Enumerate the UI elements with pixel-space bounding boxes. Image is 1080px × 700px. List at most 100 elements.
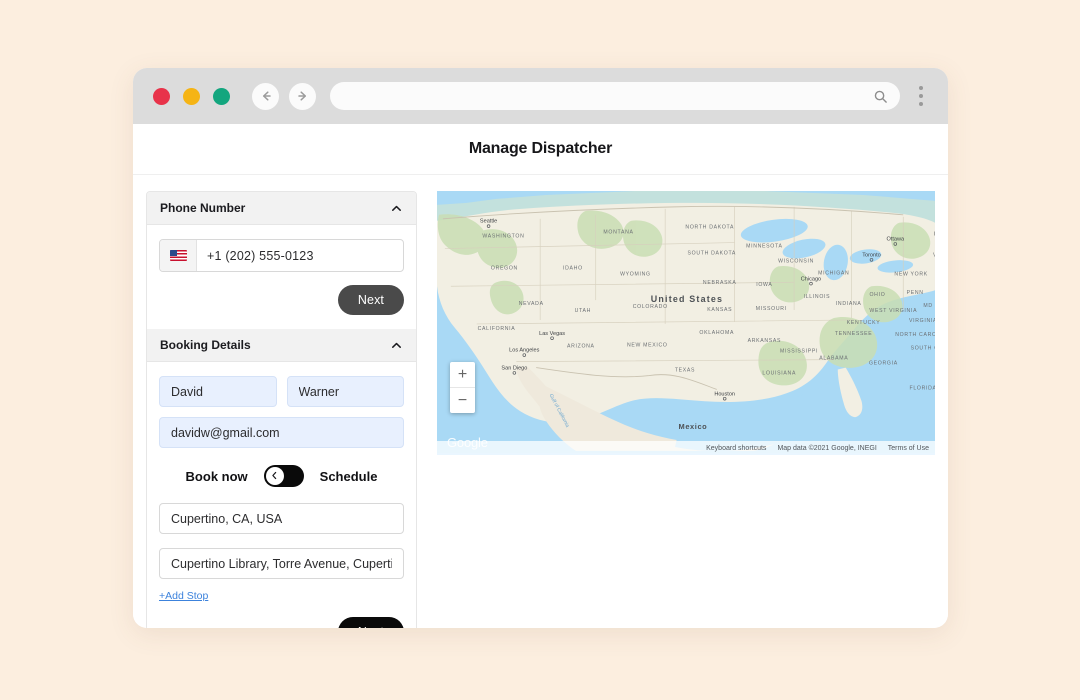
phone-section-header[interactable]: Phone Number <box>147 192 416 225</box>
search-icon[interactable] <box>873 89 888 104</box>
schedule-label[interactable]: Schedule <box>320 469 378 484</box>
map-attribution-bar: Keyboard shortcuts Map data ©2021 Google… <box>437 441 935 455</box>
address-input[interactable] <box>346 89 873 103</box>
map-zoom-controls: + − <box>450 362 475 413</box>
keyboard-shortcuts-link[interactable]: Keyboard shortcuts <box>706 445 766 452</box>
map-city-label: Toronto <box>862 252 881 258</box>
map-state-label: MINNESOTA <box>746 244 782 250</box>
phone-input[interactable] <box>197 240 403 271</box>
map-state-label: ARIZONA <box>567 344 595 350</box>
phone-section-title: Phone Number <box>160 201 246 215</box>
map-state-label: NEBRASKA <box>703 280 737 286</box>
booking-section-body: Book now Schedule +Add Stop Next <box>147 362 416 628</box>
chevron-left-icon <box>270 467 279 485</box>
terms-of-use-link[interactable]: Terms of Use <box>888 445 929 452</box>
book-now-label[interactable]: Book now <box>186 469 248 484</box>
map-state-label: KENTUCKY <box>847 320 881 326</box>
map-state-label: WISCONSIN <box>778 258 814 264</box>
close-window-button[interactable] <box>153 87 170 105</box>
arrow-left-icon <box>259 89 273 103</box>
window-controls <box>153 87 230 105</box>
map-state-label: MD <box>923 303 932 309</box>
phone-next-button[interactable]: Next <box>337 285 404 315</box>
map-state-label: NORTH CAROLINA <box>895 332 935 338</box>
map-state-label: ARKANSAS <box>748 338 782 344</box>
map-state-label: INDIANA <box>836 301 862 307</box>
browser-toolbar <box>133 68 948 124</box>
chevron-up-icon[interactable] <box>390 202 403 215</box>
map-state-label: VT <box>933 252 935 258</box>
map-state-label: MISSISSIPPI <box>780 349 818 355</box>
booking-section-header[interactable]: Booking Details <box>147 329 416 362</box>
phone-action-row: Next <box>159 285 404 315</box>
svg-text:United States: United States <box>651 294 723 304</box>
map-state-label: WEST VIRGINIA <box>869 308 917 314</box>
map-city-label: Montreal <box>934 232 935 238</box>
map-data-attribution: Map data ©2021 Google, INEGI <box>777 444 877 452</box>
map-state-label: UTAH <box>575 308 591 314</box>
page-content: Phone Number Next <box>133 175 948 628</box>
map-state-label: TENNESSEE <box>835 331 872 337</box>
navigation-buttons <box>252 82 316 110</box>
map-state-label: MONTANA <box>603 230 633 236</box>
map-state-label: TEXAS <box>675 368 695 374</box>
map-state-label: WYOMING <box>620 271 651 277</box>
us-flag-icon <box>169 250 187 261</box>
map-city-label: San Diego <box>501 366 527 372</box>
last-name-input[interactable] <box>286 376 404 407</box>
zoom-out-button[interactable]: − <box>450 388 475 413</box>
map-state-label: IDAHO <box>563 265 583 271</box>
map-state-label: SOUTH DAKOTA <box>688 250 737 256</box>
map-state-label: OREGON <box>491 265 518 271</box>
map-view[interactable]: WASHINGTON MONTANA NORTH DAKOTA MINNESOTA OR… <box>437 191 935 455</box>
map-state-label: ILLINOIS <box>804 294 831 300</box>
map-city-label: Las Vegas <box>539 331 565 337</box>
address-bar[interactable] <box>330 82 900 110</box>
kebab-menu-icon[interactable] <box>908 86 934 106</box>
booking-mode-toggle-row: Book now Schedule <box>159 465 404 487</box>
map-state-label: NEW YORK <box>894 271 927 277</box>
phone-section-body: Next <box>147 225 416 329</box>
map-state-label: FLORIDA <box>910 385 935 391</box>
chevron-up-icon[interactable] <box>390 339 403 352</box>
map-state-label: MICHIGAN <box>818 270 849 276</box>
map-state-label: WASHINGTON <box>482 234 524 240</box>
maximize-window-button[interactable] <box>213 87 230 105</box>
booking-mode-toggle[interactable] <box>263 465 304 487</box>
minimize-window-button[interactable] <box>183 87 200 105</box>
map-state-label: OKLAHOMA <box>699 330 734 336</box>
map-state-label: KANSAS <box>707 307 732 313</box>
back-button[interactable] <box>252 82 279 110</box>
forward-button[interactable] <box>289 82 316 110</box>
map-state-label: PENN <box>907 290 924 296</box>
map-city-label: Seattle <box>480 219 497 225</box>
map-state-label: COLORADO <box>633 304 668 310</box>
form-panel: Phone Number Next <box>146 191 417 628</box>
arrow-right-icon <box>296 89 310 103</box>
map-state-label: NEW MEXICO <box>627 343 668 349</box>
map-city-label: Houston <box>714 391 735 397</box>
toggle-knob <box>265 467 284 485</box>
map-state-label: ALABAMA <box>819 356 848 362</box>
phone-input-group[interactable] <box>159 239 404 272</box>
zoom-in-button[interactable]: + <box>450 362 475 388</box>
booking-section-title: Booking Details <box>160 338 251 352</box>
browser-window: Manage Dispatcher Phone Number +1 (202) … <box>133 68 948 628</box>
booking-next-button[interactable]: Next <box>337 617 404 628</box>
email-input[interactable] <box>159 417 404 448</box>
map-state-label: NORTH DAKOTA <box>685 225 734 231</box>
first-name-input[interactable] <box>159 376 277 407</box>
map-state-label: SOUTH CAROL <box>911 346 935 352</box>
map-state-label: OHIO <box>869 292 885 298</box>
country-selector[interactable] <box>160 240 197 271</box>
svg-text:Mexico: Mexico <box>679 422 708 431</box>
page-header: Manage Dispatcher <box>133 124 948 175</box>
pickup-location-input[interactable] <box>159 503 404 534</box>
map-state-label: CALIFORNIA <box>478 326 516 332</box>
booking-action-row: Next <box>159 617 404 628</box>
map-state-label: GEORGIA <box>869 361 898 367</box>
add-stop-link[interactable]: +Add Stop <box>159 590 208 602</box>
map-state-label: LOUISIANA <box>762 371 796 377</box>
page-title: Manage Dispatcher <box>468 140 613 157</box>
dropoff-location-input[interactable] <box>159 548 404 579</box>
